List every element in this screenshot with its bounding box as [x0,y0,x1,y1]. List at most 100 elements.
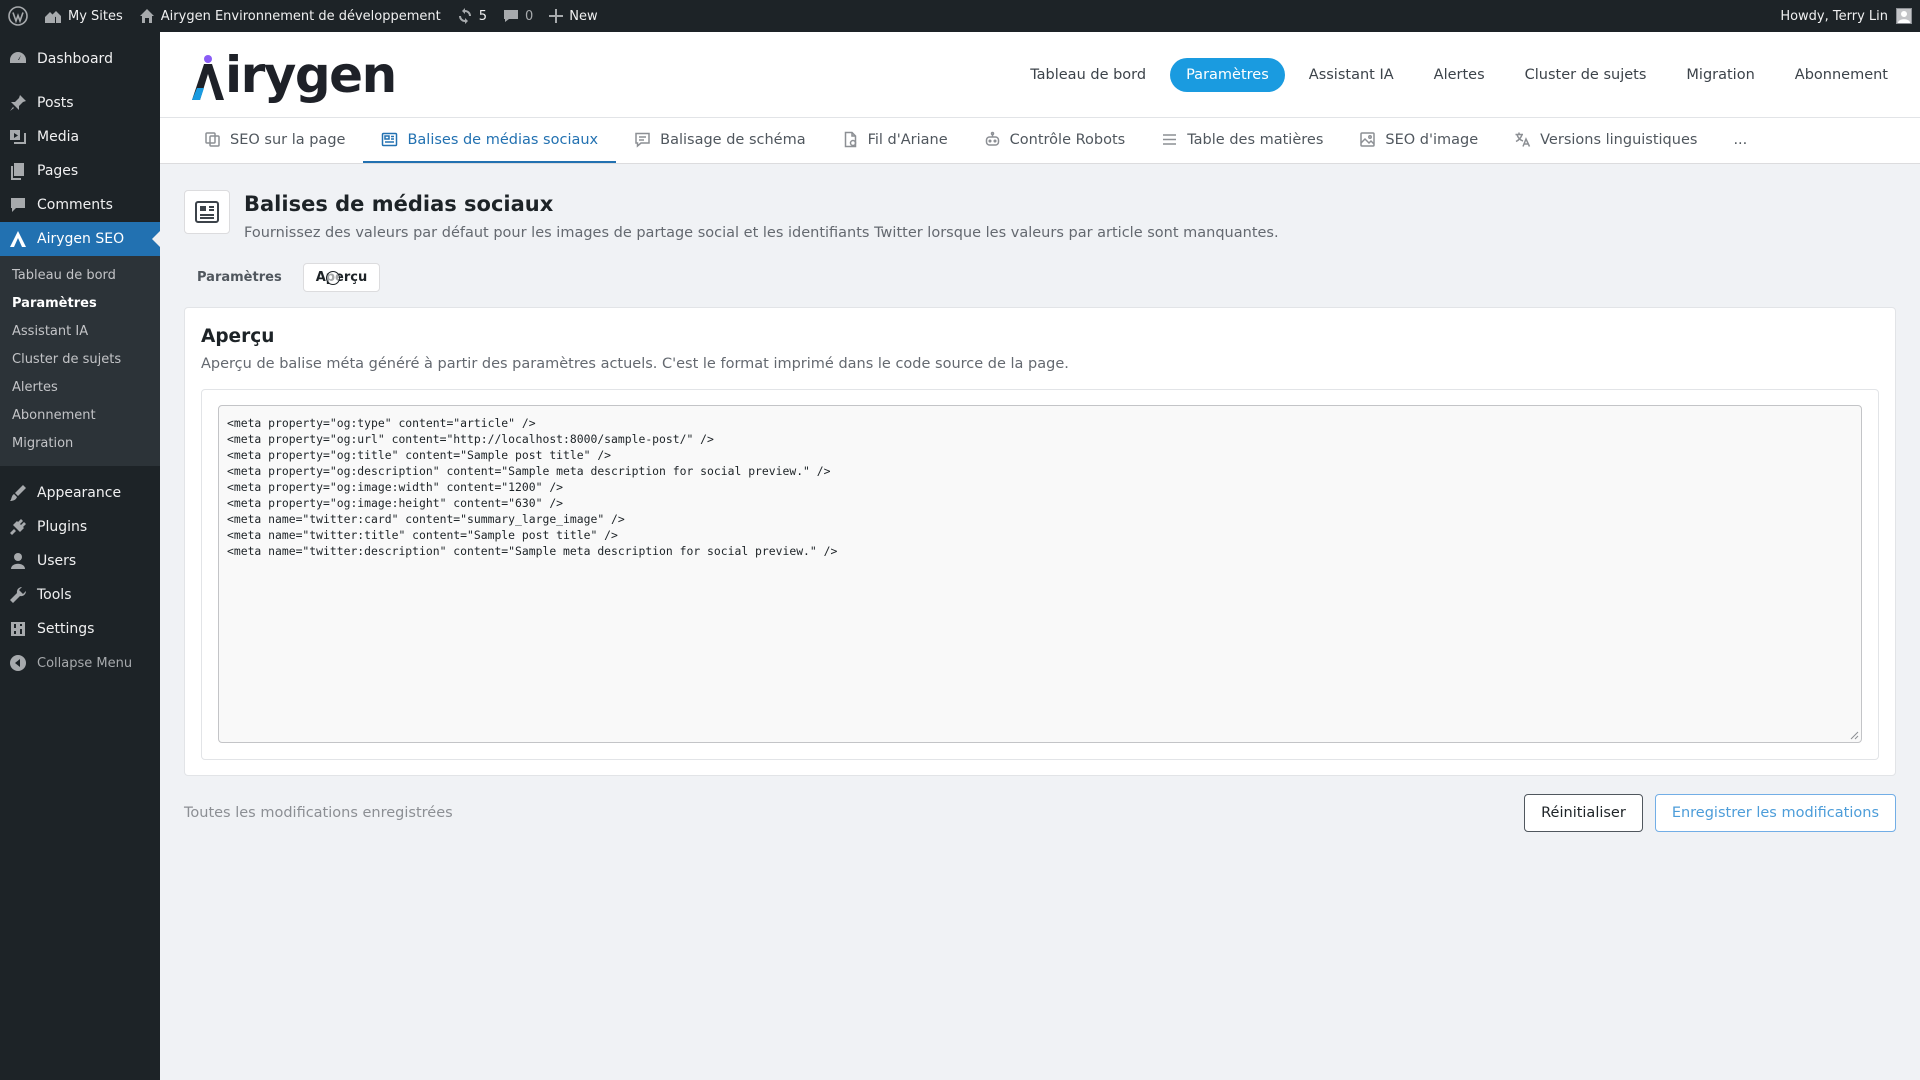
tab-versions-linguistiques[interactable]: Versions linguistiques [1496,118,1715,163]
wordpress-logo-button[interactable] [0,0,36,32]
sidebar-item-dashboard[interactable]: Dashboard [0,42,160,76]
reset-button[interactable]: Réinitialiser [1524,794,1643,832]
topnav-alertes[interactable]: Alertes [1418,58,1501,92]
message-icon [635,132,650,148]
dashboard-icon [10,52,26,63]
sidebar-item-label: Settings [37,621,95,637]
tab-seo-d-image[interactable]: SEO d'image [1341,118,1496,163]
topnav-tableau-de-bord[interactable]: Tableau de bord [1014,58,1162,92]
wrench-icon [10,586,27,603]
topnav-migration[interactable]: Migration [1670,58,1770,92]
sidebar-item-appearance[interactable]: Appearance [0,476,160,510]
tab-label: SEO sur la page [230,131,346,148]
avatar[interactable] [1896,8,1912,24]
brush-icon [10,485,26,501]
user-avatar-icon [1898,11,1910,23]
page-title: Balises de médias sociaux [244,192,554,216]
save-changes-button[interactable]: Enregistrer les modifications [1654,794,1896,832]
collapse-menu-button[interactable]: Collapse Menu [0,646,160,680]
tab-more[interactable]: ... [1715,118,1765,163]
topnav-cluster-de-sujets[interactable]: Cluster de sujets [1509,58,1663,92]
tab-balisage-de-schema[interactable]: Balisage de schéma [616,118,823,163]
top-navigation: Tableau de bord Paramètres Assistant IA … [1014,57,1904,92]
preview-title: Aperçu [201,326,275,347]
page-description: Fournissez des valeurs par défaut pour l… [244,225,1279,241]
sidebar-item-settings[interactable]: Settings [0,612,160,646]
sidebar-item-label: Pages [37,163,79,179]
page-content: Balises de médias sociaux Fournissez des… [160,190,1920,832]
updates-link[interactable]: 5 [449,0,495,32]
site-name-label: Airygen Environnement de développement [160,8,441,24]
tab-seo-sur-la-page[interactable]: SEO sur la page [186,118,363,163]
submenu-item-abonnement[interactable]: Abonnement [0,402,160,430]
sidebar-item-label: Tools [37,587,72,603]
admin-bar: My Sites Airygen Environnement de dévelo… [0,0,1920,32]
newspaper-icon [195,201,219,223]
sidebar-item-plugins[interactable]: Plugins [0,510,160,544]
resize-handle-icon[interactable] [1850,731,1859,740]
new-label: New [569,8,598,24]
airygen-submenu: Tableau de bord Paramètres Assistant IA … [0,256,160,466]
sidebar-item-tools[interactable]: Tools [0,578,160,612]
settings-icon [11,622,25,636]
tab-label: Balises de médias sociaux [407,131,599,148]
airygen-icon [10,231,26,247]
airygen-logo[interactable]: irygen [188,50,397,100]
submenu-item-cluster-de-sujets[interactable]: Cluster de sujets [0,346,160,374]
pages-icon [11,163,24,180]
tab-parametres[interactable]: Paramètres [184,263,295,292]
tab-balises-de-medias-sociaux[interactable]: Balises de médias sociaux [363,118,617,163]
wordpress-icon [8,6,28,26]
comments-count: 0 [525,8,534,24]
tab-label: Contrôle Robots [1009,131,1126,148]
topnav-abonnement[interactable]: Abonnement [1779,58,1904,92]
pin-icon [10,95,26,111]
sidebar-item-users[interactable]: Users [0,544,160,578]
topnav-parametres[interactable]: Paramètres [1170,57,1285,92]
account-menu[interactable]: Howdy, Terry Lin [1780,0,1888,32]
mouse-cursor [326,271,340,285]
submenu-item-alertes[interactable]: Alertes [0,374,160,402]
site-name-menu[interactable]: Airygen Environnement de développement [131,0,449,32]
comments-link[interactable]: 0 [495,0,541,32]
collapse-icon [10,655,26,671]
plugin-header: irygen Tableau de bord Paramètres Assist… [160,32,1920,117]
submenu-item-migration[interactable]: Migration [0,430,160,458]
sidebar-item-label: Plugins [37,519,88,535]
home-icon [139,9,154,23]
sidebar-item-media[interactable]: Media [0,120,160,154]
sidebar-item-label: Airygen SEO [37,231,125,247]
sidebar-item-airygen-seo[interactable]: Airygen SEO [0,222,160,256]
admin-sidebar: Dashboard Posts Media Pages Comments Air… [0,32,160,1080]
submenu-item-tableau-de-bord[interactable]: Tableau de bord [0,262,160,290]
sidebar-item-label: Comments [37,197,113,213]
plug-icon [10,519,26,535]
my-sites-menu[interactable]: My Sites [36,0,131,32]
media-icon [10,130,26,144]
tab-controle-robots[interactable]: Contrôle Robots [966,118,1144,163]
updates-count: 5 [478,8,487,24]
newspaper-icon [382,132,398,147]
sidebar-item-label: Appearance [37,485,122,501]
submenu-item-parametres[interactable]: Paramètres [0,290,160,318]
page-icon [184,190,230,234]
sidebar-item-comments[interactable]: Comments [0,188,160,222]
tab-table-des-matieres[interactable]: Table des matières [1143,118,1341,163]
file-icon [844,131,856,148]
footer-bar: Toutes les modifications enregistrées Ré… [184,794,1896,832]
tab-apercu[interactable]: Aperçu [302,263,381,292]
copy-icon [205,132,220,147]
sidebar-item-posts[interactable]: Posts [0,86,160,120]
tab-fil-d-ariane[interactable]: Fil d'Ariane [824,118,966,163]
more-label: ... [1733,131,1748,148]
meta-tags-preview-textarea[interactable]: <meta property="og:type" content="articl… [218,405,1862,743]
new-content-menu[interactable]: New [541,0,605,32]
topnav-assistant-ia[interactable]: Assistant IA [1293,58,1410,92]
tab-label: Versions linguistiques [1540,131,1698,148]
sidebar-item-pages[interactable]: Pages [0,154,160,188]
collapse-label: Collapse Menu [37,655,133,671]
refresh-icon [458,8,471,24]
sidebar-item-label: Posts [37,95,74,111]
robot-icon [985,131,999,146]
submenu-item-assistant-ia[interactable]: Assistant IA [0,318,160,346]
